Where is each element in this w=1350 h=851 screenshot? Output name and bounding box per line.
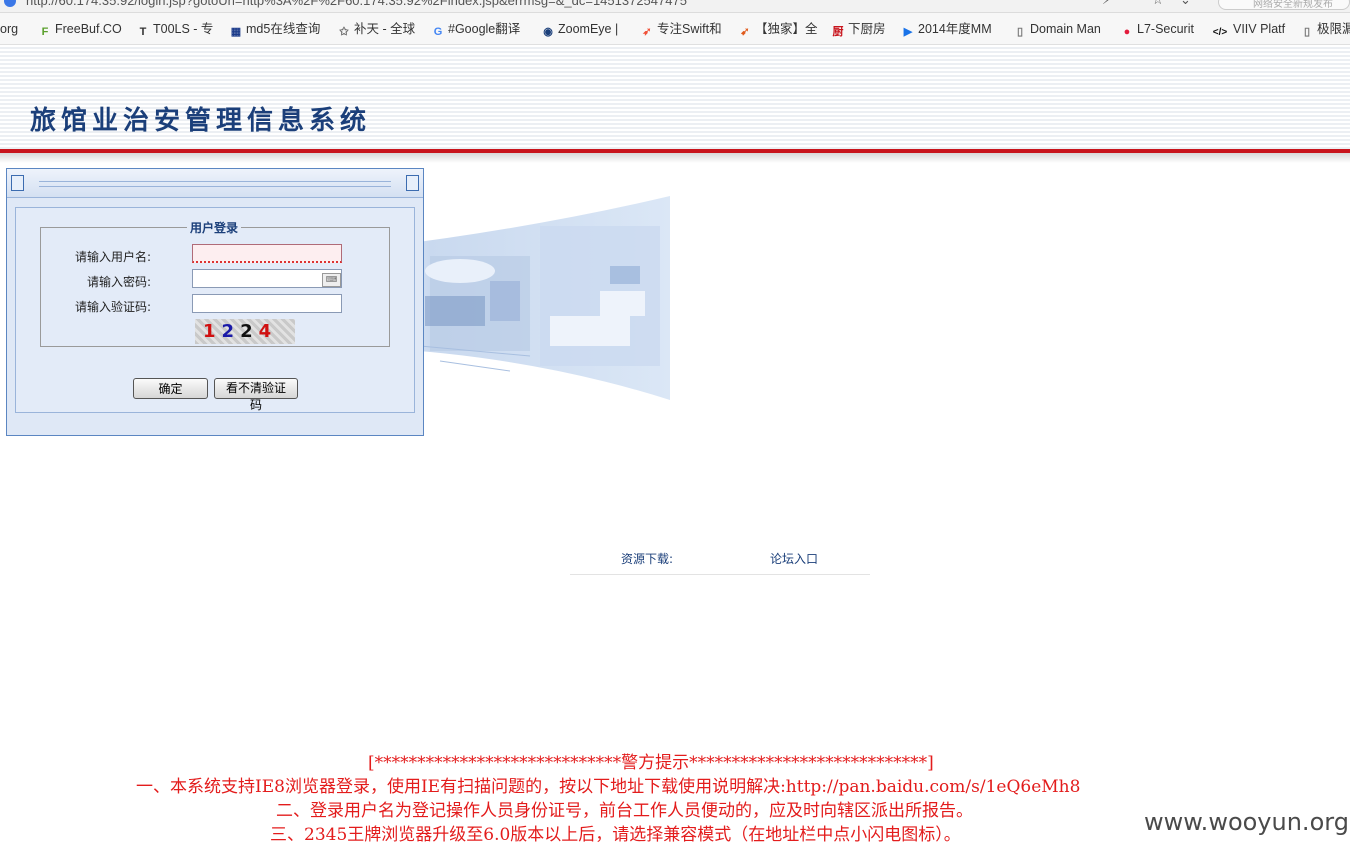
kitchen-icon: 厨 (832, 26, 844, 38)
header-shadow (0, 153, 1350, 163)
bookmark-label: 下厨房 (848, 22, 886, 36)
download-link[interactable]: 资源下载: (621, 550, 673, 567)
tools-icon: T (139, 26, 147, 38)
bookmark-item[interactable]: F FreeBuf.CO (38, 20, 122, 38)
chevron-down-icon[interactable]: ⌄ (1180, 0, 1191, 8)
bookmark-item[interactable]: T T00LS - 专 (136, 20, 214, 38)
bookmark-item[interactable]: ➶ 专注Swift和 (640, 20, 722, 38)
bookmark-label: 极限漏 (1317, 22, 1350, 36)
notice-line-2: 二、登录用户名为登记操作人员身份证号，前台工作人员便动的，应及时向辖区派出所报告… (276, 801, 973, 821)
swift-icon: ➶ (642, 26, 652, 38)
bookmark-label: FreeBuf.CO (55, 22, 122, 36)
bookmark-item[interactable]: org (0, 20, 18, 38)
bookmark-item[interactable]: 厨下厨房 (831, 20, 886, 38)
star-outline-icon: ✩ (339, 26, 349, 38)
freebuf-icon: F (41, 26, 49, 38)
submit-button[interactable]: 确定 (133, 378, 208, 399)
notice-line-3: 三、2345王牌浏览器升级至6.0版本以上后，请选择兼容模式（在地址栏中点小闪电… (270, 825, 961, 845)
password-input[interactable] (192, 269, 342, 288)
bookmark-item[interactable]: G #Google翻译 (431, 20, 521, 38)
panel-title-rule (39, 181, 391, 187)
page-icon: ▯ (1303, 26, 1311, 38)
grid-icon: ▦ (230, 26, 242, 38)
bookmark-label: ZoomEye | (558, 22, 619, 36)
bookmark-item[interactable]: ◉ ZoomEye | (541, 20, 618, 38)
bookmark-item[interactable]: ▶ 2014年度MM (901, 20, 992, 38)
panel-corner-right-icon (406, 175, 419, 191)
bookmark-label: L7-Securit (1137, 22, 1194, 36)
bookmark-label: T00LS - 专 (153, 22, 214, 36)
resource-links: 资源下载: 论坛入口 (570, 548, 870, 575)
bookmarks-bar: org F FreeBuf.CO T T00LS - 专 ▦ md5在线查询 ✩ 补天 - 全球… (0, 13, 1350, 45)
url-text[interactable]: http://60.174.35.92/login.jsp?gotoUrl=ht… (26, 0, 687, 8)
eye-icon: ◉ (543, 26, 553, 38)
captcha-label: 请输入验证码: (74, 300, 151, 314)
refresh-captcha-button[interactable]: 看不清验证码 (214, 378, 298, 412)
captcha-image[interactable]: 1224 (195, 319, 295, 344)
page-header: 旅馆业治安管理信息系统 (0, 45, 1350, 149)
code-icon: </> (1212, 27, 1228, 38)
system-title: 旅馆业治安管理信息系统 (30, 106, 372, 136)
watermark-text: www.wooyun.org (1144, 808, 1349, 836)
bookmark-star-icon[interactable]: ☆ (1152, 0, 1164, 8)
bird-icon: ➹ (740, 26, 750, 38)
panel-title-bar (7, 169, 423, 198)
bookmark-label: Domain Man (1030, 22, 1101, 36)
password-label: 请输入密码: (86, 275, 151, 289)
bookmark-label: VIIV Platf (1233, 22, 1286, 36)
bookmark-label: #Google翻译 (448, 22, 521, 36)
bookmark-item[interactable]: ● L7-Securit (1120, 20, 1194, 38)
bookmark-label: 【独家】全 (755, 22, 818, 36)
captcha-digit: 2 (221, 321, 241, 342)
username-input[interactable] (192, 244, 342, 263)
address-bar[interactable]: http://60.174.35.92/login.jsp?gotoUrl=ht… (0, 0, 1350, 13)
captcha-input[interactable] (192, 294, 342, 313)
translate-icon: G (433, 26, 443, 38)
site-info-icon[interactable] (4, 0, 16, 7)
bookmark-label: 专注Swift和 (657, 22, 722, 36)
bookmark-item[interactable]: </> VIIV Platf (1210, 20, 1285, 38)
browser-search-box[interactable]: 网络安全新规发布 (1218, 0, 1350, 10)
bookmark-label: 补天 - 全球 (354, 22, 416, 36)
notice-header: [*****************************警方提示******… (368, 753, 934, 773)
bookmark-item[interactable]: ▯ 极限漏 (1300, 20, 1350, 38)
bookmark-item[interactable]: ▦ md5在线查询 (229, 20, 321, 38)
captcha-digit: 1 (203, 321, 222, 342)
bookmark-label: 2014年度MM (918, 22, 992, 36)
l7-icon: ● (1123, 26, 1131, 38)
keyboard-icon[interactable]: ⌨ (322, 273, 341, 287)
page-icon: ▯ (1016, 26, 1024, 38)
login-legend: 用户登录 (190, 221, 239, 235)
captcha-digit: 4 (258, 321, 278, 342)
captcha-digit: 2 (240, 321, 259, 342)
notice-line-1: 一、本系统支持IE8浏览器登录，使用IE有扫描问题的，按以下地址下载使用说明解决… (136, 777, 1081, 797)
bookmark-item[interactable]: ➹ 【独家】全 (738, 20, 818, 38)
bookmark-label: md5在线查询 (246, 22, 321, 36)
bookmark-label: org (0, 22, 19, 36)
compat-mode-icon[interactable]: ⚡ (1102, 0, 1111, 8)
bookmark-item[interactable]: ▯ Domain Man (1013, 20, 1101, 38)
username-label: 请输入用户名: (74, 250, 151, 264)
play-circle-icon: ▶ (903, 26, 913, 38)
forum-link[interactable]: 论坛入口 (770, 550, 818, 567)
panel-corner-left-icon (11, 175, 24, 191)
bookmark-item[interactable]: ✩ 补天 - 全球 (337, 20, 415, 38)
